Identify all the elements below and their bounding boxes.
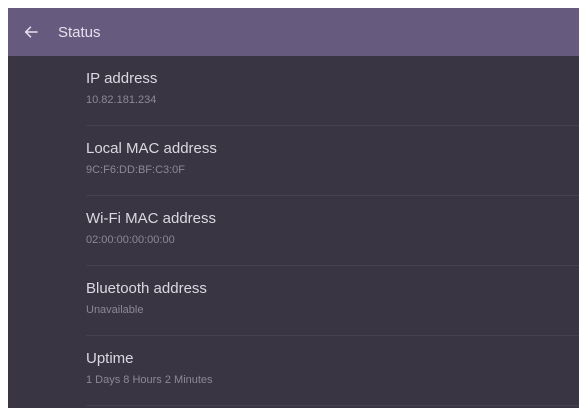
- item-value: 9C:F6:DD:BF:C3:0F: [86, 164, 186, 176]
- list-item-uptime[interactable]: Uptime 1 Days 8 Hours 2 Minutes: [8, 336, 579, 406]
- list-item-local-mac-address[interactable]: Local MAC address 9C:F6:DD:BF:C3:0F: [8, 126, 579, 196]
- list-item-ip-address[interactable]: IP address 10.82.181.234: [8, 56, 579, 126]
- item-value: 10.82.181.234: [86, 94, 157, 106]
- item-value: 1 Days 8 Hours 2 Minutes: [86, 374, 213, 386]
- divider: [86, 405, 579, 406]
- status-list: IP address 10.82.181.234 Local MAC addre…: [8, 56, 579, 406]
- arrow-left-icon: [24, 26, 38, 38]
- page-title: Status: [58, 23, 101, 41]
- item-title: Wi-Fi MAC address: [86, 210, 217, 227]
- app-bar: Status: [8, 8, 579, 56]
- back-button[interactable]: [8, 8, 54, 56]
- item-value: 02:00:00:00:00:00: [86, 234, 175, 246]
- list-item-wifi-mac-address[interactable]: Wi-Fi MAC address 02:00:00:00:00:00: [8, 196, 579, 266]
- item-title: Local MAC address: [86, 140, 217, 157]
- item-value: Unavailable: [86, 304, 144, 316]
- status-screen: Status IP address 10.82.181.234 Local MA…: [8, 8, 579, 408]
- list-item-bluetooth-address[interactable]: Bluetooth address Unavailable: [8, 266, 579, 336]
- item-title: Bluetooth address: [86, 280, 207, 297]
- item-title: IP address: [86, 70, 158, 87]
- item-title: Uptime: [86, 350, 134, 367]
